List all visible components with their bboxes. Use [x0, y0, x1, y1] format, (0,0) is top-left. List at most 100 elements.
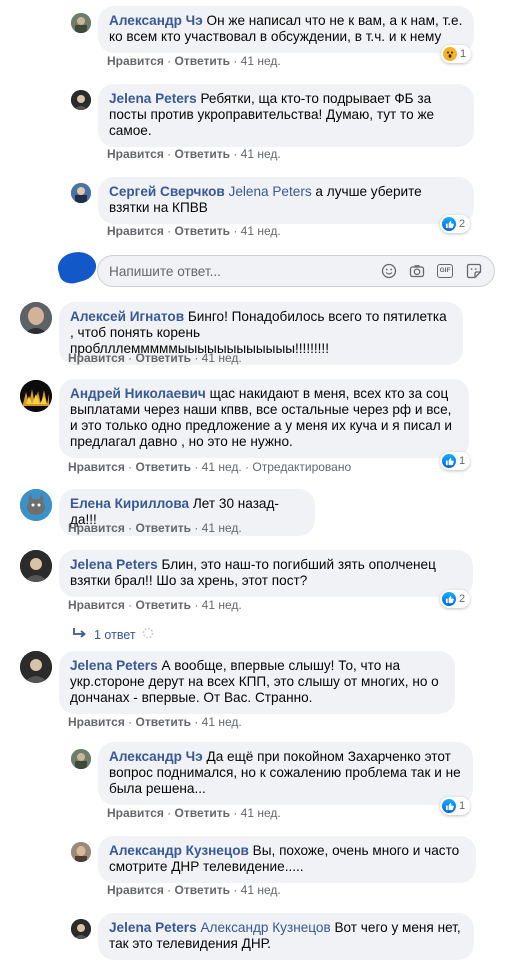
separator: ·: [128, 715, 133, 729]
comment-author[interactable]: Александр Чэ: [109, 13, 203, 28]
like-link[interactable]: Нравится: [107, 147, 164, 161]
reply-link[interactable]: Ответить: [175, 806, 230, 820]
emoji-icon[interactable]: [381, 263, 397, 284]
reply-link[interactable]: Ответить: [175, 54, 230, 68]
separator: ·: [128, 460, 133, 474]
avatar[interactable]: [71, 183, 91, 203]
comment-bubble: Jelena Peters Ребятки, ща кто-то подрыва…: [98, 84, 474, 147]
separator: ·: [233, 54, 238, 68]
separator: ·: [128, 351, 133, 365]
reply-link[interactable]: Ответить: [175, 224, 230, 238]
like-link[interactable]: Нравится: [68, 521, 125, 535]
reply-link[interactable]: Ответить: [136, 598, 191, 612]
avatar[interactable]: [20, 380, 52, 412]
reaction-count: 2: [459, 593, 466, 605]
reply-link[interactable]: Ответить: [175, 883, 230, 897]
comment-author[interactable]: Jelena Peters: [109, 91, 197, 106]
reaction-count: 1: [459, 800, 466, 812]
wow-reaction-icon: [443, 47, 457, 61]
avatar[interactable]: [20, 302, 52, 334]
timestamp[interactable]: 41 нед.: [241, 883, 281, 897]
comment-actions: Нравится · Ответить · 41 нед.: [68, 598, 242, 612]
reaction-badge[interactable]: 1: [440, 452, 471, 470]
avatar[interactable]: [71, 90, 91, 110]
separator: ·: [233, 224, 238, 238]
separator: ·: [167, 806, 172, 820]
timestamp[interactable]: 41 нед.: [202, 351, 242, 365]
like-link[interactable]: Нравится: [107, 806, 164, 820]
avatar[interactable]: [71, 749, 91, 769]
comment-bubble: Jelena Peters А вообще, впервые слышу! Т…: [59, 651, 455, 714]
comment-author[interactable]: Александр Кузнецов: [109, 843, 249, 858]
comment-actions: Нравится · Ответить · 41 нед.: [107, 806, 281, 820]
comment-author[interactable]: Александр Чэ: [109, 749, 203, 764]
reply-link[interactable]: Ответить: [136, 521, 191, 535]
view-replies-label: 1 ответ: [94, 627, 136, 642]
comment-author[interactable]: Jelena Peters: [70, 557, 158, 572]
loading-spinner-icon: [142, 627, 154, 642]
like-link[interactable]: Нравится: [107, 883, 164, 897]
separator: ·: [167, 147, 172, 161]
reaction-badge[interactable]: 1: [441, 45, 472, 63]
timestamp[interactable]: 41 нед.: [202, 598, 242, 612]
comment-bubble: Jelena Peters Александр Кузнецов Вот чег…: [98, 913, 474, 960]
separator: ·: [194, 351, 199, 365]
comment-bubble: Jelena Peters Блин, это наш-то погибший …: [59, 550, 473, 597]
comment-actions: Нравится · Ответить · 41 нед.: [107, 54, 281, 68]
separator: ·: [194, 521, 199, 535]
avatar[interactable]: [71, 842, 91, 862]
timestamp[interactable]: 41 нед.: [202, 521, 242, 535]
reaction-badge[interactable]: 2: [440, 590, 471, 608]
like-link[interactable]: Нравится: [68, 715, 125, 729]
like-link[interactable]: Нравится: [68, 598, 125, 612]
avatar[interactable]: [20, 489, 52, 521]
comment-author[interactable]: Алексей Игнатов: [70, 309, 184, 324]
comment-author[interactable]: Елена Кириллова: [70, 496, 189, 511]
current-user-avatar[interactable]: [54, 247, 100, 287]
comment-author[interactable]: Jelena Peters: [109, 920, 197, 935]
reply-link[interactable]: Ответить: [136, 715, 191, 729]
reaction-badge[interactable]: 2: [440, 215, 471, 233]
like-link[interactable]: Нравится: [68, 351, 125, 365]
timestamp[interactable]: 41 нед.: [241, 806, 281, 820]
avatar[interactable]: [20, 550, 52, 582]
like-link[interactable]: Нравится: [68, 460, 125, 474]
comment-author[interactable]: Сергей Сверчков: [109, 184, 225, 199]
comment-bubble: Александр Чэ Он же написал что не к вам,…: [98, 6, 474, 53]
separator: ·: [167, 883, 172, 897]
separator: ·: [128, 521, 133, 535]
mention-link[interactable]: Jelena Peters: [229, 184, 312, 199]
like-reaction-icon: [442, 799, 456, 813]
comment-bubble: Сергей Сверчков Jelena Peters а лучше уб…: [98, 177, 474, 224]
reply-link[interactable]: Ответить: [136, 460, 191, 474]
timestamp[interactable]: 41 нед.: [241, 224, 281, 238]
like-link[interactable]: Нравится: [107, 54, 164, 68]
edited-label[interactable]: Отредактировано: [252, 460, 351, 474]
mention-link[interactable]: Александр Кузнецов: [200, 920, 330, 935]
reply-input[interactable]: Напишите ответ... GIF: [97, 255, 495, 287]
reaction-count: 1: [460, 48, 467, 60]
gif-icon[interactable]: GIF: [437, 264, 453, 278]
timestamp[interactable]: 41 нед.: [241, 147, 281, 161]
comment-actions: Нравится · Ответить · 41 нед.: [107, 224, 281, 238]
separator: ·: [167, 54, 172, 68]
reply-link[interactable]: Ответить: [175, 147, 230, 161]
comment-author[interactable]: Андрей Николаевич: [70, 386, 206, 401]
camera-icon[interactable]: [409, 263, 425, 284]
view-replies-button[interactable]: 1 ответ: [72, 626, 154, 643]
comment-bubble: Александр Чэ Да ещё при покойном Захарче…: [98, 742, 473, 805]
timestamp[interactable]: 41 нед.: [241, 54, 281, 68]
avatar[interactable]: [20, 651, 52, 683]
reaction-badge[interactable]: 1: [440, 797, 471, 815]
comment-actions: Нравится · Ответить · 41 нед.: [107, 147, 281, 161]
avatar[interactable]: [71, 919, 91, 939]
comment-bubble: Александр Кузнецов Вы, похоже, очень мно…: [98, 836, 476, 883]
sticker-icon[interactable]: [466, 263, 482, 284]
avatar[interactable]: [71, 13, 91, 33]
timestamp[interactable]: 41 нед.: [202, 460, 242, 474]
like-reaction-icon: [442, 217, 456, 231]
like-link[interactable]: Нравится: [107, 224, 164, 238]
comment-author[interactable]: Jelena Peters: [70, 658, 158, 673]
reply-link[interactable]: Ответить: [136, 351, 191, 365]
timestamp[interactable]: 41 нед.: [202, 715, 242, 729]
